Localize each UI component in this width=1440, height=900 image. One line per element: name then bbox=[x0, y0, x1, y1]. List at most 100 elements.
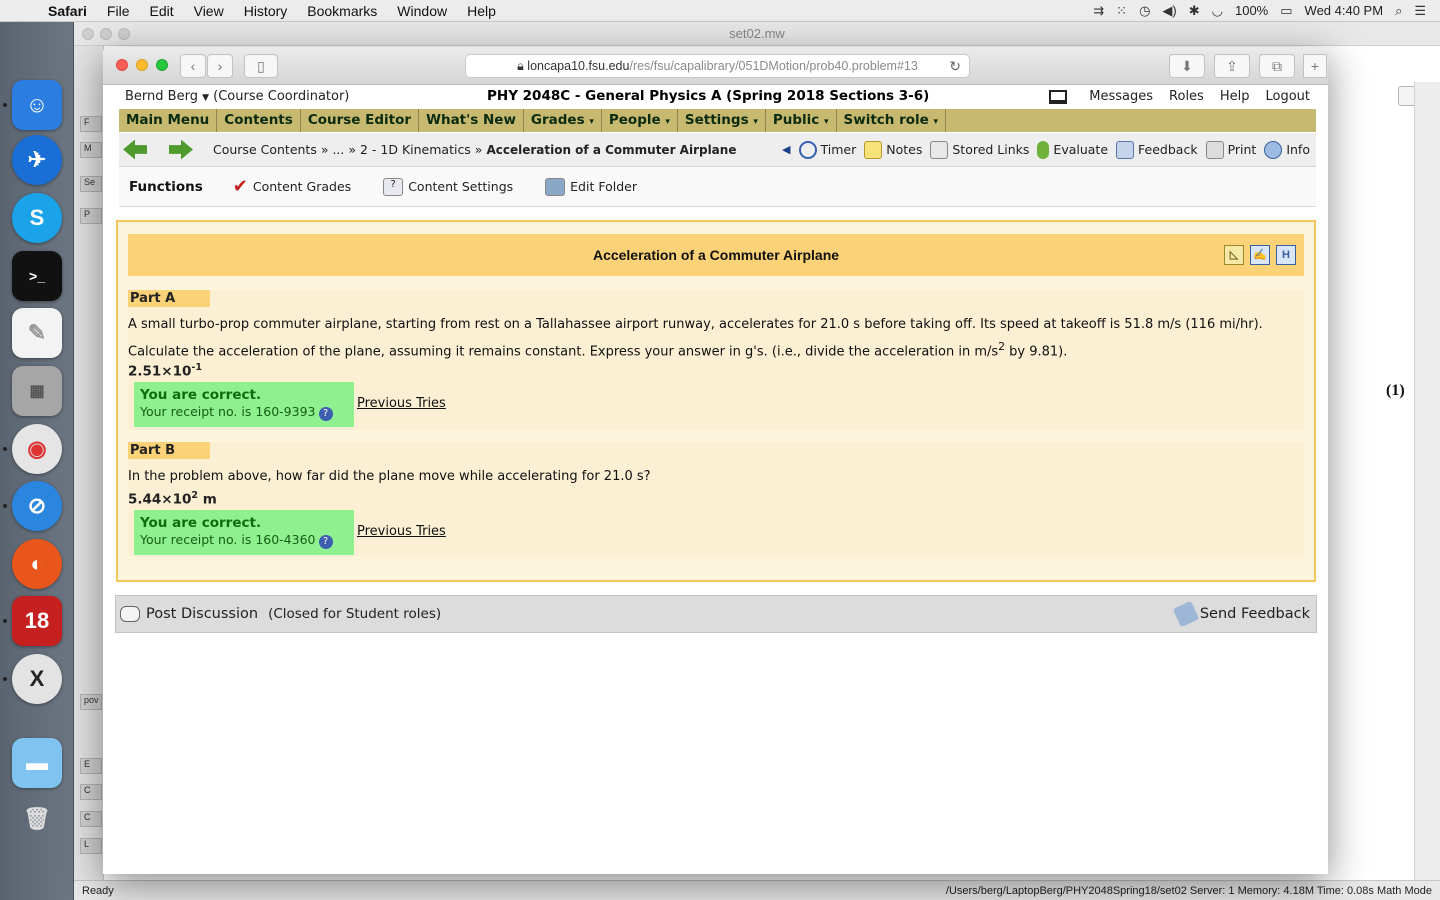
part-a-previous-tries-link[interactable]: Previous Tries bbox=[357, 396, 446, 411]
x11-icon[interactable]: X bbox=[12, 654, 62, 704]
crumb-ellipsis[interactable]: ... » bbox=[332, 142, 356, 157]
tool-stored-links[interactable]: Stored Links bbox=[930, 140, 1029, 159]
palette-tab[interactable]: pov bbox=[80, 694, 102, 710]
nav-switch-role[interactable]: Switch role ▾ bbox=[837, 109, 947, 132]
tabs-overview-icon[interactable]: ⧉ bbox=[1259, 54, 1295, 78]
palette-tab[interactable]: E bbox=[80, 758, 102, 774]
tool-info[interactable]: Info bbox=[1264, 140, 1310, 159]
palette-tab[interactable]: M bbox=[80, 142, 102, 158]
maple-right-scroll[interactable] bbox=[1414, 82, 1440, 888]
tool-print[interactable]: Print bbox=[1205, 140, 1256, 159]
palette-tab[interactable]: C bbox=[80, 811, 102, 827]
skype-icon[interactable]: S bbox=[12, 193, 62, 243]
user-dropdown-icon[interactable]: ▼ bbox=[202, 93, 209, 103]
nav-public[interactable]: Public ▾ bbox=[766, 109, 837, 132]
next-page-arrow-icon[interactable] bbox=[169, 139, 193, 160]
downloads-icon[interactable]: ⬇ bbox=[1169, 54, 1205, 78]
wifi-icon[interactable]: ◡ bbox=[1212, 3, 1223, 19]
reload-icon[interactable]: ↻ bbox=[949, 55, 961, 77]
nav-contents[interactable]: Contents bbox=[217, 109, 301, 132]
menu-file[interactable]: File bbox=[97, 3, 140, 19]
maple-icon[interactable]: 18 bbox=[12, 596, 62, 646]
battery-percent[interactable]: 100% bbox=[1235, 3, 1268, 18]
triangle-ruler-icon[interactable]: ◺ bbox=[1224, 245, 1244, 265]
tool-notes[interactable]: Notes bbox=[864, 140, 922, 159]
battery-icon[interactable]: ▭ bbox=[1280, 3, 1292, 19]
time-machine-icon[interactable]: ◷ bbox=[1139, 3, 1150, 19]
minimize-button[interactable] bbox=[136, 59, 148, 71]
link-help[interactable]: Help bbox=[1220, 89, 1250, 104]
messages-icon[interactable] bbox=[1049, 90, 1068, 104]
menu-bookmarks[interactable]: Bookmarks bbox=[297, 3, 387, 19]
palette-tab[interactable]: L bbox=[80, 838, 102, 854]
safari-icon[interactable]: ⊘ bbox=[12, 481, 62, 531]
func-content-settings[interactable]: ? Content Settings bbox=[383, 177, 513, 196]
close-button[interactable] bbox=[116, 59, 128, 71]
menu-edit[interactable]: Edit bbox=[139, 3, 183, 19]
spotlight-icon[interactable]: ⌕ bbox=[1395, 3, 1402, 19]
part-b-previous-tries-link[interactable]: Previous Tries bbox=[357, 524, 446, 539]
nav-course-editor[interactable]: Course Editor bbox=[301, 109, 420, 132]
address-bar[interactable]: 🔒︎ loncapa10.fsu.edu/res/fsu/capalibrary… bbox=[465, 54, 970, 78]
tool-evaluate[interactable]: Evaluate bbox=[1037, 140, 1108, 159]
collapse-tools-icon[interactable]: ◀ bbox=[782, 143, 790, 156]
window-zoom-button[interactable] bbox=[118, 28, 130, 40]
volume-icon[interactable]: ◀) bbox=[1162, 3, 1176, 19]
tool-timer[interactable]: Timer bbox=[798, 140, 856, 159]
help-icon[interactable]: ? bbox=[318, 535, 333, 549]
menu-app-safari[interactable]: Safari bbox=[38, 3, 97, 19]
nav-main-menu[interactable]: Main Menu bbox=[119, 109, 218, 132]
part-b-answer: 5.44×102 m bbox=[128, 490, 217, 508]
link-messages[interactable]: Messages bbox=[1089, 89, 1153, 104]
nav-grades[interactable]: Grades ▾ bbox=[524, 109, 602, 132]
html-view-icon[interactable]: H bbox=[1276, 245, 1296, 265]
menu-window[interactable]: Window bbox=[387, 3, 457, 19]
airplay-icon[interactable]: ⇉ bbox=[1093, 3, 1104, 19]
firefox-icon[interactable]: ◐ bbox=[12, 539, 62, 589]
bluetooth-icon[interactable]: ✱ bbox=[1189, 3, 1200, 19]
menu-help[interactable]: Help bbox=[457, 3, 506, 19]
menu-history[interactable]: History bbox=[234, 3, 298, 19]
crumb-folder[interactable]: 2 - 1D Kinematics » bbox=[360, 142, 482, 157]
calculator-icon[interactable]: ▦ bbox=[12, 366, 62, 416]
func-content-grades[interactable]: ✔ Content Grades bbox=[233, 176, 351, 197]
sidebar-toggle-icon[interactable]: ▯ bbox=[244, 54, 278, 78]
terminal-icon[interactable]: >_ bbox=[12, 251, 62, 301]
trash-icon[interactable]: 🗑 bbox=[12, 794, 62, 844]
palette-tab[interactable]: C bbox=[80, 784, 102, 800]
crumb-course-contents[interactable]: Course Contents » bbox=[213, 142, 328, 157]
mail-icon[interactable]: ✈ bbox=[12, 135, 62, 185]
send-feedback-link[interactable]: Send Feedback bbox=[1172, 600, 1310, 628]
textedit-icon[interactable]: ✎ bbox=[12, 308, 62, 358]
nav-whats-new[interactable]: What's New bbox=[419, 109, 524, 132]
func-edit-folder[interactable]: Edit Folder bbox=[545, 177, 637, 196]
folder-icon[interactable]: ▬ bbox=[12, 738, 62, 788]
new-tab-button[interactable]: + bbox=[1303, 54, 1327, 78]
chrome-icon[interactable]: ◉ bbox=[12, 424, 62, 474]
forward-button[interactable]: › bbox=[207, 54, 233, 78]
nav-settings[interactable]: Settings ▾ bbox=[678, 109, 766, 132]
link-logout[interactable]: Logout bbox=[1265, 89, 1310, 104]
window-minimize-button[interactable] bbox=[100, 28, 112, 40]
post-discussion-link[interactable]: Post Discussion bbox=[146, 606, 258, 622]
finder-icon[interactable]: ☺ bbox=[12, 80, 62, 130]
palette-tab[interactable]: F bbox=[80, 116, 102, 132]
palette-tab[interactable]: Se bbox=[80, 176, 102, 192]
help-icon[interactable]: ? bbox=[318, 407, 333, 421]
menu-view[interactable]: View bbox=[184, 3, 234, 19]
share-icon[interactable]: ⇪ bbox=[1214, 54, 1250, 78]
tool-feedback[interactable]: Feedback bbox=[1116, 140, 1198, 159]
nav-people[interactable]: People ▾ bbox=[602, 109, 678, 132]
palette-tab[interactable]: P bbox=[80, 208, 102, 224]
user-info[interactable]: Bernd Berg ▼ (Course Coordinator) bbox=[125, 89, 349, 104]
user-name[interactable]: Bernd Berg bbox=[125, 89, 198, 104]
grid-icon[interactable]: ⁙ bbox=[1116, 3, 1127, 19]
window-close-button[interactable] bbox=[82, 28, 94, 40]
zoom-button[interactable] bbox=[156, 59, 168, 71]
previous-page-arrow-icon[interactable] bbox=[123, 139, 147, 160]
edit-problem-icon[interactable]: ✍ bbox=[1250, 245, 1270, 265]
clock[interactable]: Wed 4:40 PM bbox=[1305, 3, 1384, 18]
notification-center-icon[interactable]: ☰ bbox=[1414, 3, 1426, 19]
link-roles[interactable]: Roles bbox=[1169, 89, 1204, 104]
back-button[interactable]: ‹ bbox=[180, 54, 206, 78]
